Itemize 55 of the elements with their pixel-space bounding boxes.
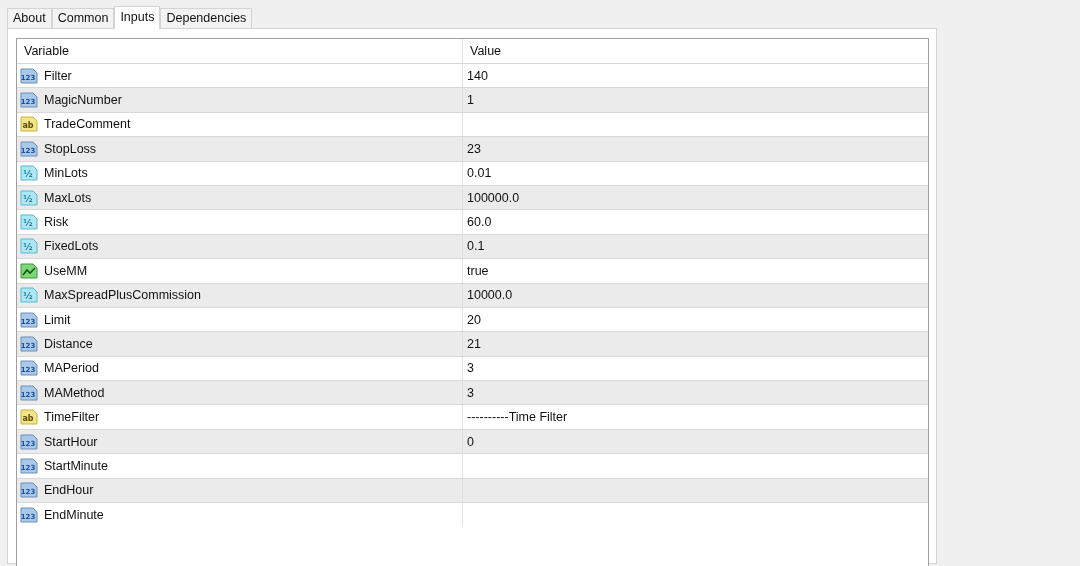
variable-value: 0 (467, 434, 474, 449)
variable-name: UseMM (44, 263, 88, 278)
tab[interactable]: About (7, 8, 52, 28)
variable-value: 0.01 (467, 166, 492, 181)
table-row[interactable]: ½ FixedLots 0.1 (17, 233, 928, 259)
variable-value: 100000.0 (467, 190, 520, 205)
fraction-type-icon: ½ (20, 165, 38, 182)
variable-name: Limit (44, 312, 71, 327)
tab[interactable]: Dependencies (160, 8, 253, 28)
variable-value: 23 (467, 141, 481, 156)
table-row[interactable]: ½ MaxSpreadPlusCommission 10000.0 (17, 282, 928, 307)
column-header[interactable]: Value (463, 39, 928, 63)
variable-value: 1 (467, 93, 474, 108)
fraction-type-icon: ½ (20, 287, 38, 304)
variable-value: 0.1 (467, 239, 485, 254)
table-row[interactable]: ½ Risk 60.0 (17, 209, 928, 234)
variable-name: EndHour (44, 483, 94, 498)
variable-value: 3 (467, 361, 474, 376)
variable-name: StopLoss (44, 141, 97, 156)
table-row[interactable]: ½ MinLots 0.01 (17, 160, 928, 185)
fraction-type-icon: ½ (20, 214, 38, 231)
table-row[interactable]: ½ MaxLots 100000.0 (17, 184, 928, 210)
variable-name: StartHour (44, 434, 98, 449)
variable-name: MaxLots (44, 190, 92, 205)
table-row[interactable]: UseMM true (17, 258, 928, 283)
variable-value: 20 (467, 312, 481, 327)
string-type-icon: ab (20, 409, 38, 426)
variable-name: Filter (44, 68, 72, 83)
tab[interactable]: Inputs (114, 6, 161, 29)
fraction-type-icon: ½ (20, 189, 38, 206)
variable-value: true (467, 263, 489, 278)
variable-name: MagicNumber (44, 93, 122, 108)
variable-name: TimeFilter (44, 410, 100, 425)
string-type-icon: ab (20, 116, 38, 133)
table-row[interactable]: ab TradeComment (17, 111, 928, 137)
variable-name: MAMethod (44, 385, 105, 400)
boolean-type-icon (20, 262, 38, 279)
variable-name: MAPeriod (44, 361, 99, 376)
variable-value: 3 (467, 385, 474, 400)
table-row[interactable]: ab TimeFilter ----------Time Filter (17, 404, 928, 429)
variable-name: MaxSpreadPlusCommission (44, 288, 201, 303)
variable-name: MinLots (44, 166, 88, 181)
variable-value: 10000.0 (467, 288, 513, 303)
variable-value: ----------Time Filter (467, 410, 568, 425)
variable-name: StartMinute (44, 458, 108, 473)
variable-name: Distance (44, 337, 93, 351)
variable-value: 21 (467, 337, 481, 351)
variable-name: FixedLots (44, 239, 99, 254)
variable-name: Risk (44, 215, 69, 230)
variable-name: EndMinute (44, 507, 104, 522)
fraction-type-icon: ½ (20, 238, 38, 255)
tab[interactable]: Common (51, 8, 115, 28)
variable-value: 60.0 (467, 215, 492, 230)
variable-name: TradeComment (44, 117, 131, 132)
variable-value: 140 (467, 68, 488, 83)
